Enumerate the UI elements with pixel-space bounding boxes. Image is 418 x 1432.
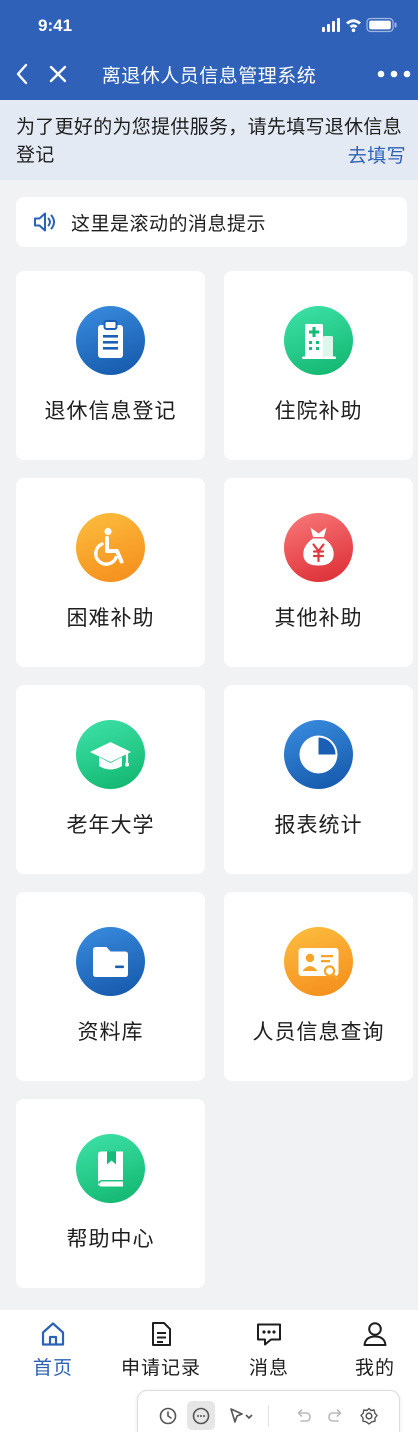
graduation-cap-icon: [76, 720, 145, 789]
undo-icon[interactable]: [292, 1405, 314, 1427]
more-icon[interactable]: [376, 64, 412, 84]
speaker-icon: [34, 212, 55, 232]
pointer-icon[interactable]: [227, 1405, 257, 1427]
home-icon: [41, 1322, 65, 1346]
card-hospital-subsidy[interactable]: 住院补助: [224, 271, 413, 460]
card-label: 其他补助: [274, 606, 363, 630]
clock-icon[interactable]: [157, 1405, 179, 1427]
money-bag-icon: [284, 513, 353, 582]
folder-icon: [76, 927, 145, 996]
document-icon: [152, 1322, 171, 1346]
card-label: 退休信息登记: [44, 399, 177, 423]
settings-icon[interactable]: [358, 1405, 380, 1427]
page-title: 离退休人员信息管理系统: [101, 65, 317, 87]
card-report-statistics[interactable]: 报表统计: [224, 685, 413, 874]
redo-icon[interactable]: [325, 1405, 347, 1427]
card-label: 人员信息查询: [252, 1020, 385, 1044]
card-retirement-registration[interactable]: 退休信息登记: [16, 271, 205, 460]
card-other-subsidy[interactable]: 其他补助: [224, 478, 413, 667]
toolbar-divider: [268, 1405, 269, 1427]
back-icon[interactable]: [12, 60, 34, 88]
card-senior-university[interactable]: 老年大学: [16, 685, 205, 874]
card-label: 困难补助: [66, 606, 155, 630]
message-marquee[interactable]: 这里是滚动的消息提示: [16, 197, 407, 247]
card-label: 报表统计: [274, 813, 363, 837]
close-icon[interactable]: [46, 62, 70, 86]
wheelchair-icon: [76, 513, 145, 582]
floating-toolbar: [137, 1390, 400, 1432]
clipboard-icon: [76, 306, 145, 375]
comment-icon[interactable]: [190, 1405, 212, 1427]
chat-icon: [257, 1323, 281, 1346]
marquee-text: 这里是滚动的消息提示: [71, 213, 267, 235]
user-icon: [363, 1322, 387, 1346]
card-help-center[interactable]: 帮助中心: [16, 1099, 205, 1288]
tab-messages[interactable]: 消息: [217, 1310, 321, 1390]
tab-application-records[interactable]: 申请记录: [109, 1310, 213, 1390]
pie-chart-icon: [284, 720, 353, 789]
card-label: 资料库: [77, 1020, 144, 1044]
status-bar: 9:41: [0, 0, 418, 50]
card-hardship-subsidy[interactable]: 困难补助: [16, 478, 205, 667]
card-resource-library[interactable]: 资料库: [16, 892, 205, 1081]
tab-label: 消息: [248, 1357, 289, 1379]
status-time: 9:41: [38, 16, 73, 35]
tab-home[interactable]: 首页: [1, 1310, 105, 1390]
tab-mine[interactable]: 我的: [323, 1310, 418, 1390]
card-label: 老年大学: [66, 813, 155, 837]
app-header: 9:41 离退休人员信息管理系统: [0, 0, 418, 100]
book-icon: [76, 1134, 145, 1203]
hospital-icon: [284, 306, 353, 375]
id-card-search-icon: [284, 927, 353, 996]
page: 9:41 离退休人员信息管理系统 为了更好的为您提供服务，请先填写退休信息登记: [0, 0, 418, 1432]
tab-label: 我的: [354, 1357, 395, 1379]
tab-label: 首页: [32, 1357, 73, 1379]
nav-bar: 离退休人员信息管理系统: [0, 52, 418, 98]
signal-wifi-battery-icon: [322, 17, 397, 33]
card-label: 住院补助: [274, 399, 363, 423]
fill-in-link[interactable]: 去填写: [348, 141, 406, 168]
notice-banner: 为了更好的为您提供服务，请先填写退休信息登记: [0, 100, 418, 180]
tab-label: 申请记录: [120, 1357, 201, 1379]
card-label: 帮助中心: [66, 1227, 155, 1251]
card-personnel-query[interactable]: 人员信息查询: [224, 892, 413, 1081]
